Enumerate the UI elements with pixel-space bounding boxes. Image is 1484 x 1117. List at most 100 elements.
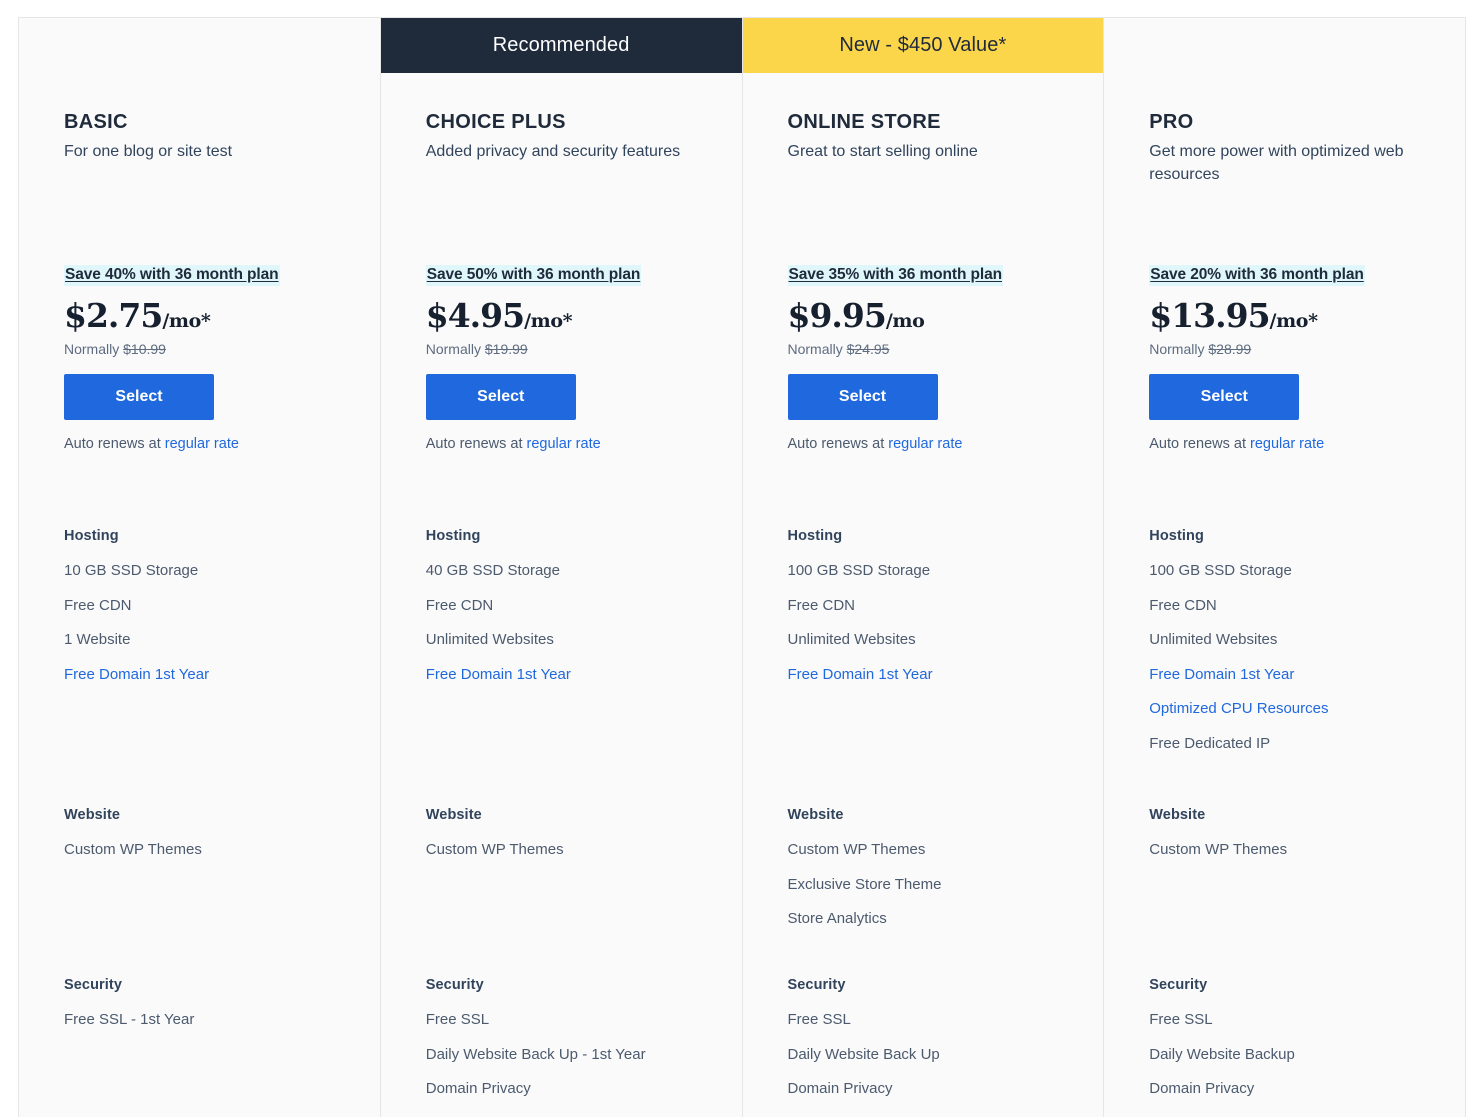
feature-item: Exclusive Store Theme bbox=[788, 868, 1090, 903]
price-amount-online-store: $9.95 bbox=[788, 296, 886, 335]
regular-rate-link-choice-plus[interactable]: regular rate bbox=[527, 436, 601, 452]
normally-label: Normally bbox=[426, 341, 481, 357]
regular-rate-link-online-store[interactable]: regular rate bbox=[888, 436, 962, 452]
pricing-plans-card: BASICFor one blog or site testSave 40% w… bbox=[18, 17, 1466, 1117]
feature-item: Daily Website Back Up bbox=[788, 1038, 1090, 1073]
renewal-note-pro: Auto renews at regular rate bbox=[1149, 436, 1445, 452]
feature-item: Free SSL bbox=[1149, 1003, 1451, 1038]
feature-list-hosting-choice-plus: 40 GB SSD StorageFree CDNUnlimited Websi… bbox=[426, 554, 728, 692]
normal-price-online-store: Normally $24.95 bbox=[788, 341, 1084, 357]
feature-item: 1 Website bbox=[64, 623, 366, 658]
feature-group-security-pro: Security Free SSLDaily Website BackupDoma… bbox=[1149, 977, 1451, 1117]
normal-price-value-basic: $10.99 bbox=[123, 341, 166, 357]
feature-item: 10 GB SSD Storage bbox=[64, 554, 366, 589]
feature-list-security-basic: Free SSL - 1st Year bbox=[64, 1003, 366, 1038]
plan-name-choice-plus: CHOICE PLUS bbox=[426, 110, 742, 134]
feature-link[interactable]: Free Domain 1st Year bbox=[64, 658, 366, 693]
feature-item: Unlimited Websites bbox=[426, 623, 728, 658]
select-button-online-store[interactable]: Select bbox=[788, 374, 938, 420]
feature-list-hosting-online-store: 100 GB SSD StorageFree CDNUnlimited Webs… bbox=[788, 554, 1090, 692]
feature-item: Unlimited Websites bbox=[788, 623, 1090, 658]
plan-header-choice-plus: CHOICE PLUSAdded privacy and security fe… bbox=[426, 73, 742, 163]
save-offer-link-online-store[interactable]: Save 35% with 36 month plan bbox=[788, 265, 1004, 286]
feature-group-title-security-pro: Security bbox=[1149, 977, 1451, 993]
feature-list-hosting-basic: 10 GB SSD StorageFree CDN1 WebsiteFree D… bbox=[64, 554, 366, 692]
normal-price-value-choice-plus: $19.99 bbox=[485, 341, 528, 357]
price-block-choice-plus: Save 50% with 36 month plan $4.95/mo* Norm… bbox=[426, 265, 722, 452]
feature-list-security-online-store: Free SSLDaily Website Back UpDomain Priv… bbox=[788, 1003, 1090, 1117]
plan-tagline-online-store: Great to start selling online bbox=[788, 140, 1053, 163]
plan-ribbon-online-store: New - $450 Value* bbox=[743, 18, 1104, 73]
plan-column-choice-plus: RecommendedCHOICE PLUSAdded privacy and … bbox=[381, 18, 743, 1117]
feature-link[interactable]: Free Domain 1st Year bbox=[1149, 658, 1451, 693]
price-period-choice-plus: /mo* bbox=[524, 310, 572, 332]
feature-group-hosting-basic: Hosting 10 GB SSD StorageFree CDN1 Websit… bbox=[64, 528, 366, 692]
feature-group-website-online-store: WebsiteCustom WP ThemesExclusive Store T… bbox=[788, 807, 1090, 937]
price-row-basic: $2.75/mo* bbox=[64, 296, 360, 335]
price-row-online-store: $9.95/mo bbox=[788, 296, 1084, 335]
feature-list-security-pro: Free SSLDaily Website BackupDomain Priva… bbox=[1149, 1003, 1451, 1117]
feature-item: Store Analytics bbox=[788, 902, 1090, 937]
feature-group-hosting-pro: Hosting100 GB SSD StorageFree CDNUnlimit… bbox=[1149, 528, 1451, 761]
renewal-prefix: Auto renews at bbox=[788, 436, 885, 452]
feature-group-website-choice-plus: Website Custom WP Themes bbox=[426, 807, 728, 868]
feature-group-website-basic: WebsiteCustom WP Themes bbox=[64, 807, 366, 868]
feature-list-website-basic: Custom WP Themes bbox=[64, 833, 366, 868]
feature-group-security-online-store: Security Free SSLDaily Website Back UpDom… bbox=[788, 977, 1090, 1117]
feature-item: 100 GB SSD Storage bbox=[1149, 554, 1451, 589]
feature-item: Daily Website Back Up - 1st Year bbox=[426, 1038, 728, 1073]
feature-list-website-pro: Custom WP Themes bbox=[1149, 833, 1451, 868]
feature-group-title-security-online-store: Security bbox=[788, 977, 1090, 993]
save-offer-link-choice-plus[interactable]: Save 50% with 36 month plan bbox=[426, 265, 642, 286]
price-period-basic: /mo* bbox=[162, 310, 210, 332]
plan-name-basic: BASIC bbox=[64, 110, 380, 134]
feature-item: Free CDN bbox=[64, 589, 366, 624]
feature-group-title-hosting-online-store: Hosting bbox=[788, 528, 1090, 544]
save-offer-link-basic[interactable]: Save 40% with 36 month plan bbox=[64, 265, 280, 286]
regular-rate-link-basic[interactable]: regular rate bbox=[165, 436, 239, 452]
normal-price-basic: Normally $10.99 bbox=[64, 341, 360, 357]
feature-item: Malware Scanning bbox=[1149, 1107, 1451, 1117]
plan-header-pro: PROGet more power with optimized web res… bbox=[1149, 73, 1465, 186]
feature-item: Free CDN bbox=[788, 589, 1090, 624]
feature-group-title-website-choice-plus: Website bbox=[426, 807, 728, 823]
regular-rate-link-pro[interactable]: regular rate bbox=[1250, 436, 1324, 452]
price-period-pro: /mo* bbox=[1270, 310, 1318, 332]
price-amount-pro: $13.95 bbox=[1149, 296, 1269, 335]
feature-group-title-hosting-basic: Hosting bbox=[64, 528, 366, 544]
price-block-basic: Save 40% with 36 month plan $2.75/mo* Norm… bbox=[64, 265, 360, 452]
save-offer-link-pro[interactable]: Save 20% with 36 month plan bbox=[1149, 265, 1365, 286]
plan-name-online-store: ONLINE STORE bbox=[788, 110, 1104, 134]
feature-link[interactable]: Optimized CPU Resources bbox=[1149, 692, 1451, 727]
select-button-pro[interactable]: Select bbox=[1149, 374, 1299, 420]
feature-item: Free CDN bbox=[426, 589, 728, 624]
plan-column-pro: PROGet more power with optimized web res… bbox=[1104, 18, 1465, 1117]
plan-name-pro: PRO bbox=[1149, 110, 1465, 134]
feature-group-title-security-choice-plus: Security bbox=[426, 977, 728, 993]
feature-group-title-hosting-choice-plus: Hosting bbox=[426, 528, 728, 544]
normal-price-value-online-store: $24.95 bbox=[847, 341, 890, 357]
feature-list-website-choice-plus: Custom WP Themes bbox=[426, 833, 728, 868]
feature-item: Custom WP Themes bbox=[1149, 833, 1451, 868]
renewal-note-online-store: Auto renews at regular rate bbox=[788, 436, 1084, 452]
feature-link[interactable]: Free Domain 1st Year bbox=[426, 658, 728, 693]
feature-group-hosting-choice-plus: Hosting 40 GB SSD StorageFree CDNUnlimite… bbox=[426, 528, 728, 692]
feature-group-website-pro: WebsiteCustom WP Themes bbox=[1149, 807, 1451, 868]
plan-body-basic: BASICFor one blog or site testSave 40% w… bbox=[19, 73, 380, 1117]
price-row-choice-plus: $4.95/mo* bbox=[426, 296, 722, 335]
feature-item: Domain Privacy bbox=[788, 1072, 1090, 1107]
select-button-choice-plus[interactable]: Select bbox=[426, 374, 576, 420]
feature-item: Free Dedicated IP bbox=[1149, 727, 1451, 762]
price-block-online-store: Save 35% with 36 month plan $9.95/mo Norma… bbox=[788, 265, 1084, 452]
feature-group-title-security-basic: Security bbox=[64, 977, 366, 993]
feature-link[interactable]: Free Domain 1st Year bbox=[788, 658, 1090, 693]
renewal-prefix: Auto renews at bbox=[1149, 436, 1246, 452]
normal-price-value-pro: $28.99 bbox=[1208, 341, 1251, 357]
plan-column-online-store: New - $450 Value* ONLINE STORE Great to st… bbox=[743, 18, 1105, 1117]
price-amount-choice-plus: $4.95 bbox=[426, 296, 524, 335]
normally-label: Normally bbox=[64, 341, 119, 357]
feature-group-title-hosting-pro: Hosting bbox=[1149, 528, 1451, 544]
select-button-basic[interactable]: Select bbox=[64, 374, 214, 420]
feature-item: Daily Website Backup bbox=[1149, 1038, 1451, 1073]
plan-ribbon-basic bbox=[19, 18, 380, 73]
